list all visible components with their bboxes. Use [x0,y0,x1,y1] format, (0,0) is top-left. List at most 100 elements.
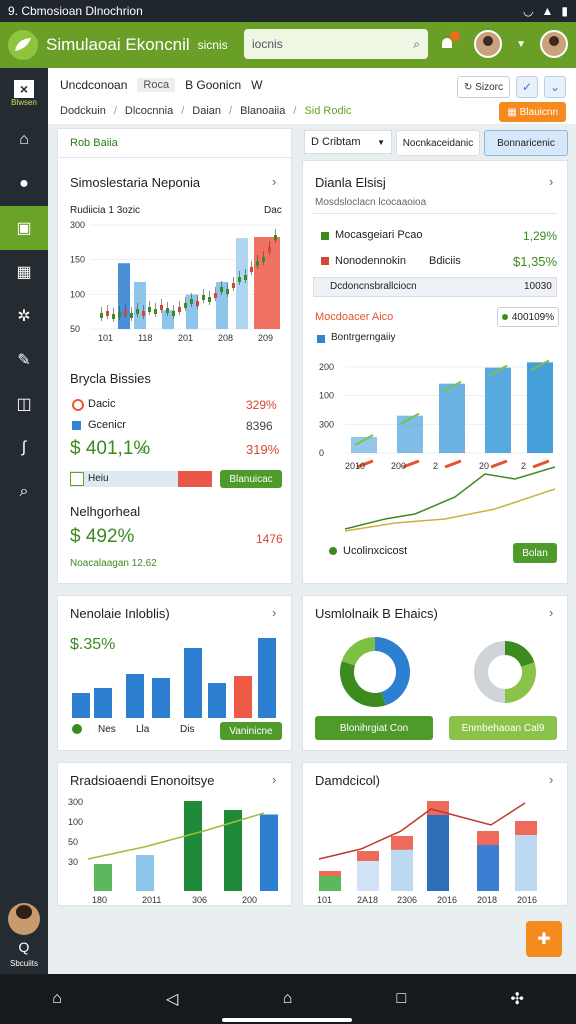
bar [152,678,170,718]
trend-card: Rradsioaendi Enonoitsye › 300 100 50 30 180 2… [57,762,292,906]
x-tick-label: 101 [98,333,113,343]
bar [234,676,252,718]
x-tick-label: 201 [178,333,193,343]
card-button[interactable]: Vaninicne [220,722,282,740]
sidebar-close[interactable]: × Blwsen [0,68,48,118]
sidebar-item-curve[interactable]: ∫ [0,426,48,470]
tab-secondary[interactable]: Nocnkaceidanic [396,130,480,156]
breadcrumb-item[interactable]: Dodckuin [60,105,106,117]
chevron-right-icon[interactable]: › [549,174,553,189]
value-badge[interactable]: 400109% [497,307,559,327]
breadcrumb-item[interactable]: Blanoaiia [240,105,285,117]
filter-select[interactable]: D Cribtam ▼ [304,130,392,154]
progress-fill [178,471,212,487]
section-title-2: Nelhgorheal [70,504,141,519]
y-tick-label: 100 [70,289,85,299]
filter-select-value: D Cribtam [311,136,361,148]
chevron-down-icon[interactable]: ▼ [516,39,526,50]
bar-chart-6: 101 2A18 2306 2016 2018 2016 [317,801,537,905]
tab-primary[interactable]: Bonnaricenic [484,130,568,156]
header-crumb-b[interactable]: B Goonicn [185,78,241,92]
start-button[interactable]: ↻ Sizorc [457,76,510,98]
assistant-icon[interactable]: ✣ [510,989,523,1009]
sidebar-avatar[interactable] [8,903,40,935]
sidebar-item-home[interactable]: ⌂ [0,118,48,162]
header-crumb-c[interactable]: W [251,78,262,92]
donut-button-2[interactable]: Enmbehaoan Cal9 [449,716,557,740]
row2-label: Gcenicr [88,419,126,431]
bar [258,638,276,718]
sidebar-item-grid[interactable]: ▦ [0,250,48,294]
row1-value: 1,29% [523,229,558,243]
x-tick-label: 101 [317,895,332,905]
curve-icon: ∫ [21,439,27,456]
chevron-right-icon[interactable]: › [272,772,276,787]
brand: Simulaoai Ekoncnil sicnis [8,30,228,60]
bar [134,282,146,329]
footer-label: Ucolinxcicost [343,545,408,557]
x-tick-label: 200 [242,895,257,905]
search-icon[interactable]: ⌕ [413,37,420,52]
help-icon[interactable]: Q [19,939,30,955]
chevron-right-icon[interactable]: › [549,772,553,787]
candle [250,267,253,272]
candle [196,301,199,306]
candle [100,313,103,318]
x-tick-label: 2A18 [357,895,378,905]
header-pill[interactable]: Roca [137,78,176,92]
candle [238,277,241,282]
sidebar-item-search[interactable]: ⌕ [0,470,48,514]
candle [112,314,115,319]
row1-value: 329% [246,398,277,412]
footer-button-label: Bolan [522,547,548,559]
recents-icon[interactable]: □ [397,990,407,1008]
close-icon[interactable]: × [14,79,34,98]
apps-icon[interactable]: ⌂ [52,990,62,1008]
square-blue-icon [72,421,81,430]
home-nav-icon[interactable]: ⌂ [283,990,293,1008]
bar [126,674,144,718]
breadcrumb-item-current[interactable]: Sid Rodic [304,105,351,117]
footer-button[interactable]: Bolan [513,543,557,563]
wifi-icon: ◡ [523,4,534,18]
x-tick-label: 180 [92,895,107,905]
progress-label: Heiu [88,473,109,484]
sidebar-item-layout[interactable]: ◫ [0,382,48,426]
search-input[interactable]: iocnis ⌕ [244,29,428,59]
notification-bell-icon[interactable] [434,31,461,57]
big-value-2-right: 1476 [256,532,283,546]
progress-row: Heiu [70,471,212,487]
row3-value: 10030 [524,281,552,292]
card-title: Dianla Elsisj [315,175,386,190]
breadcrumb-item[interactable]: Dlcocnnia [125,105,173,117]
floating-action-button[interactable]: ✚ [526,921,562,957]
primary-action-button[interactable]: ▦ Blauicnn [499,102,566,122]
y-tick-label: 150 [70,255,85,265]
chevron-right-icon[interactable]: › [272,174,276,189]
chevron-toggle[interactable]: ⌄ [544,76,566,98]
sidebar-item-dashboard[interactable]: ▣ [0,206,48,250]
progress-button[interactable]: Blanuicac [220,470,282,488]
user-avatar[interactable] [474,30,503,58]
card-title: Damdcicol) [315,773,381,788]
gesture-pill[interactable] [222,1018,352,1022]
donut-button-1-label: Blonihrgiat Con [339,722,409,734]
donut-button-1[interactable]: Blonihrgiat Con [315,716,433,740]
y-tick-label: 100 [319,391,334,401]
chevron-right-icon[interactable]: › [272,605,276,620]
checkbox[interactable] [70,472,84,486]
back-icon[interactable]: ◁ [166,989,178,1009]
x-marker [444,459,462,469]
detail-card: Dianla Elsisj › Mosdsloclacn lcocaaoioa … [302,160,568,584]
chevron-right-icon[interactable]: › [549,605,553,620]
bar [485,367,511,453]
breadcrumb-item[interactable]: Daian [192,105,221,117]
profile-avatar[interactable] [540,30,568,58]
check-toggle[interactable]: ✓ [516,76,538,98]
candle [256,261,259,266]
sidebar-item-location[interactable]: ● [0,162,48,206]
bar [94,688,112,718]
sidebar-item-tools[interactable]: ✎ [0,338,48,382]
y-tick-label: 200 [319,362,334,372]
sidebar-item-settings[interactable]: ✲ [0,294,48,338]
